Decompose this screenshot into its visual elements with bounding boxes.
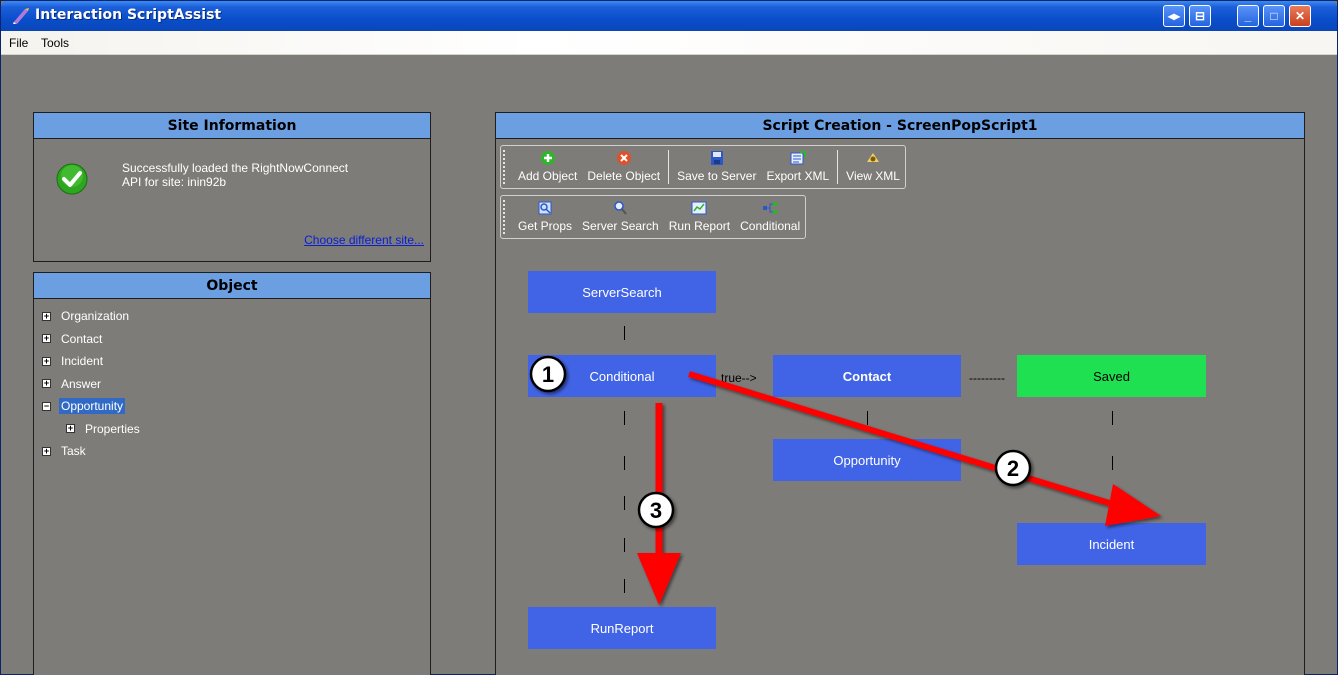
tree-item-label[interactable]: Contact: [59, 331, 104, 347]
flow-connector: [1112, 496, 1113, 510]
object-header: Object: [34, 273, 430, 299]
flow-node-contact[interactable]: Contact: [773, 355, 961, 397]
tree-item-label[interactable]: Incident: [59, 353, 105, 369]
server-search-button[interactable]: Server Search: [577, 196, 664, 238]
site-status-line-2: API for site: inin92b: [122, 175, 227, 189]
restore-pane-button[interactable]: ⊟: [1189, 5, 1211, 27]
flow-node-incident[interactable]: Incident: [1017, 523, 1206, 565]
object-panel: Object + Organization + Contact + Incide…: [33, 272, 431, 675]
tree-item-answer[interactable]: + Answer: [42, 373, 142, 396]
expand-icon[interactable]: +: [42, 311, 51, 321]
flow-node-saved[interactable]: Saved: [1017, 355, 1206, 397]
conditional-button[interactable]: Conditional: [735, 196, 805, 238]
flow-dashed-connector: ---------: [969, 371, 1005, 385]
export-xml-label: Export XML: [766, 169, 830, 183]
get-props-label: Get Props: [518, 219, 573, 233]
flow-node-opportunity[interactable]: Opportunity: [773, 439, 961, 481]
export-xml-button[interactable]: Export XML: [761, 146, 834, 188]
tree-item-label[interactable]: Answer: [59, 376, 103, 392]
app-window: Interaction ScriptAssist ◂▸ ⊟ _ □ ✕ File…: [0, 0, 1338, 675]
toolbar-separator: [668, 150, 670, 184]
tree-item-properties[interactable]: + Properties: [42, 418, 142, 441]
expand-icon[interactable]: +: [66, 424, 75, 434]
save-to-server-button[interactable]: Save to Server: [672, 146, 761, 188]
title-bar[interactable]: Interaction ScriptAssist ◂▸ ⊟ _ □ ✕: [1, 1, 1337, 31]
add-icon: [540, 151, 555, 165]
flow-connector: [624, 496, 625, 510]
menu-tools[interactable]: Tools: [41, 36, 69, 50]
save-disk-icon: [710, 151, 723, 165]
flow-connector: [624, 411, 625, 425]
tree-item-label[interactable]: Opportunity: [59, 398, 126, 415]
delete-object-button[interactable]: Delete Object: [582, 146, 665, 188]
flow-connector: [1112, 411, 1113, 425]
tree-item-label[interactable]: Properties: [83, 421, 142, 437]
choose-site-link[interactable]: Choose different site...: [304, 233, 424, 247]
object-tree: + Organization + Contact + Incident + An…: [42, 305, 142, 463]
app-icon: [13, 8, 29, 24]
expand-icon[interactable]: +: [42, 334, 51, 344]
site-status-line-1: Successfully loaded the RightNowConnect: [122, 161, 349, 175]
view-xml-button[interactable]: View XML: [841, 146, 905, 188]
tree-item-contact[interactable]: + Contact: [42, 328, 142, 351]
add-object-button[interactable]: Add Object: [513, 146, 582, 188]
toolbar-grip[interactable]: [503, 150, 509, 184]
site-information-header: Site Information: [34, 113, 430, 139]
tree-item-task[interactable]: + Task: [42, 440, 142, 463]
window-title: Interaction ScriptAssist: [35, 7, 222, 23]
script-creation-header: Script Creation - ScreenPopScript1: [496, 113, 1304, 139]
flow-node-runreport[interactable]: RunReport: [528, 607, 716, 649]
toolbar-separator: [837, 150, 839, 184]
flow-connector: [624, 579, 625, 593]
site-information-panel: Site Information Successfully loaded the…: [33, 112, 431, 262]
delete-icon: [616, 151, 631, 165]
flow-connector: [624, 326, 625, 340]
close-button[interactable]: ✕: [1289, 5, 1311, 27]
get-props-button[interactable]: Get Props: [513, 196, 577, 238]
expand-icon[interactable]: +: [42, 379, 51, 389]
save-to-server-label: Save to Server: [677, 169, 757, 183]
conditional-branch-icon: [763, 202, 778, 214]
menu-file[interactable]: File: [9, 36, 28, 50]
properties-icon: [538, 201, 552, 215]
toolbar-grip[interactable]: [503, 200, 509, 234]
view-xml-label: View XML: [846, 169, 900, 183]
tree-item-label[interactable]: Organization: [59, 308, 131, 324]
flow-node-serversearch[interactable]: ServerSearch: [528, 271, 716, 313]
view-xml-icon: [867, 153, 880, 162]
flow-connector: [867, 411, 868, 425]
flow-connector: [1112, 456, 1113, 470]
expand-icon[interactable]: +: [42, 446, 51, 456]
tree-item-opportunity[interactable]: − Opportunity: [42, 395, 142, 418]
toolbar-secondary: Get Props Server Search Run Report Condi…: [500, 195, 807, 239]
tree-item-organization[interactable]: + Organization: [42, 305, 142, 328]
tree-item-label[interactable]: Task: [59, 443, 88, 459]
server-search-icon: [614, 201, 628, 215]
nav-arrows-button[interactable]: ◂▸: [1163, 5, 1185, 27]
delete-object-label: Delete Object: [587, 169, 661, 183]
report-chart-icon: [691, 201, 707, 215]
maximize-button[interactable]: □: [1263, 5, 1285, 27]
site-status-message: Successfully loaded the RightNowConnect …: [122, 161, 422, 189]
run-report-label: Run Report: [668, 219, 731, 233]
tree-item-incident[interactable]: + Incident: [42, 350, 142, 373]
server-search-label: Server Search: [582, 219, 659, 233]
flow-connector: [624, 538, 625, 552]
conditional-label: Conditional: [740, 219, 801, 233]
minimize-button[interactable]: _: [1237, 5, 1259, 27]
flow-node-conditional[interactable]: Conditional: [528, 355, 716, 397]
run-report-button[interactable]: Run Report: [664, 196, 735, 238]
export-xml-icon: [790, 151, 806, 165]
flow-true-label: true-->: [721, 371, 757, 385]
menu-bar: File Tools: [1, 31, 1337, 55]
add-object-label: Add Object: [518, 169, 578, 183]
flow-connector: [624, 456, 625, 470]
success-check-icon: [56, 163, 88, 195]
expand-icon[interactable]: +: [42, 356, 51, 366]
toolbar-primary: Add Object Delete Object Save to Server …: [500, 145, 906, 189]
collapse-icon[interactable]: −: [42, 401, 51, 411]
